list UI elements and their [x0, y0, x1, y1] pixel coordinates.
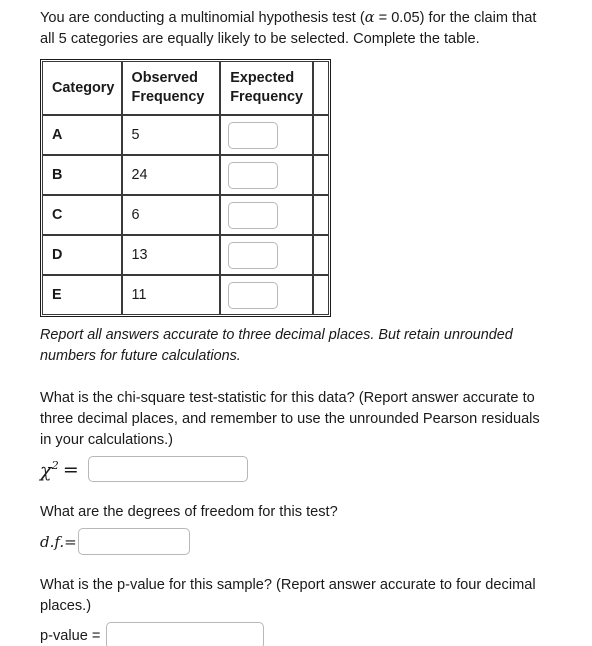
degrees-of-freedom-label: d.f.=: [40, 532, 77, 551]
cell-category: D: [42, 235, 122, 275]
cell-spacer: [312, 275, 329, 315]
worksheet-page: You are conducting a multinomial hypothe…: [0, 0, 592, 646]
intro-paragraph: You are conducting a multinomial hypothe…: [40, 8, 552, 50]
cell-observed-frequency: 24: [121, 155, 221, 195]
header-spacer-column: [312, 61, 329, 115]
table-row: B 24: [42, 155, 329, 195]
p-value-question-text: What is the p-value for this sample? (Re…: [40, 577, 536, 614]
degrees-of-freedom-answer-line: d.f.=: [40, 528, 552, 555]
cell-spacer: [312, 155, 329, 195]
cell-category: C: [42, 195, 122, 235]
alpha-symbol: α: [364, 10, 375, 26]
header-category: Category: [42, 61, 122, 115]
cell-expected-frequency: [220, 115, 313, 155]
worksheet-content: You are conducting a multinomial hypothe…: [0, 0, 592, 646]
degrees-of-freedom-input[interactable]: [77, 528, 190, 555]
cell-observed-frequency: 13: [121, 235, 221, 275]
expected-frequency-input[interactable]: [228, 281, 279, 309]
p-value-question-block: What is the p-value for this sample? (Re…: [40, 575, 552, 646]
chi-square-answer-line: χ2 =: [40, 456, 552, 482]
frequency-table: Category Observed Frequency Expected Fre…: [40, 59, 331, 317]
cell-expected-frequency: [220, 235, 313, 275]
cell-category: B: [42, 155, 122, 195]
table-header-row: Category Observed Frequency Expected Fre…: [42, 61, 329, 115]
table-row: D 13: [42, 235, 329, 275]
cell-observed-frequency: 6: [121, 195, 221, 235]
cell-category: A: [42, 115, 122, 155]
table-row: E 11: [42, 275, 329, 315]
expected-frequency-input[interactable]: [228, 201, 279, 229]
chi-square-input[interactable]: [87, 456, 248, 482]
table-header: Category Observed Frequency Expected Fre…: [42, 61, 329, 115]
chi-equals-sign: =: [62, 459, 79, 482]
cell-expected-frequency: [220, 195, 313, 235]
table-row: A 5: [42, 115, 329, 155]
intro-text-before-alpha: You are conducting a multinomial hypothe…: [40, 10, 365, 26]
rounding-note: Report all answers accurate to three dec…: [40, 327, 513, 364]
header-observed-frequency: Observed Frequency: [121, 61, 221, 115]
table-body: A 5 B 24 C 6 D 13 E 11: [42, 115, 329, 315]
cell-expected-frequency: [220, 275, 313, 315]
table-row: C 6: [42, 195, 329, 235]
frequency-table-wrapper: Category Observed Frequency Expected Fre…: [40, 59, 552, 317]
cell-spacer: [312, 115, 329, 155]
cell-observed-frequency: 11: [121, 275, 221, 315]
chi-square-question-block: What is the chi-square test-statistic fo…: [40, 388, 552, 482]
p-value-answer-line: p-value =: [40, 622, 552, 646]
cell-spacer: [312, 195, 329, 235]
p-value-input[interactable]: [106, 622, 265, 646]
expected-frequency-input[interactable]: [228, 241, 279, 269]
cell-observed-frequency: 5: [121, 115, 221, 155]
cell-expected-frequency: [220, 155, 313, 195]
chi-symbol: χ: [40, 459, 52, 482]
p-value-label: p-value =: [40, 627, 101, 644]
cell-spacer: [312, 235, 329, 275]
chi-square-question-text: What is the chi-square test-statistic fo…: [40, 390, 540, 448]
expected-frequency-input[interactable]: [228, 121, 279, 149]
cell-category: E: [42, 275, 122, 315]
degrees-of-freedom-question-text: What are the degrees of freedom for this…: [40, 504, 338, 520]
header-expected-frequency: Expected Frequency: [220, 61, 313, 115]
degrees-of-freedom-question-block: What are the degrees of freedom for this…: [40, 502, 552, 555]
chi-exponent: 2: [51, 457, 59, 472]
expected-frequency-input[interactable]: [228, 161, 279, 189]
chi-square-label: χ2 =: [40, 457, 79, 482]
